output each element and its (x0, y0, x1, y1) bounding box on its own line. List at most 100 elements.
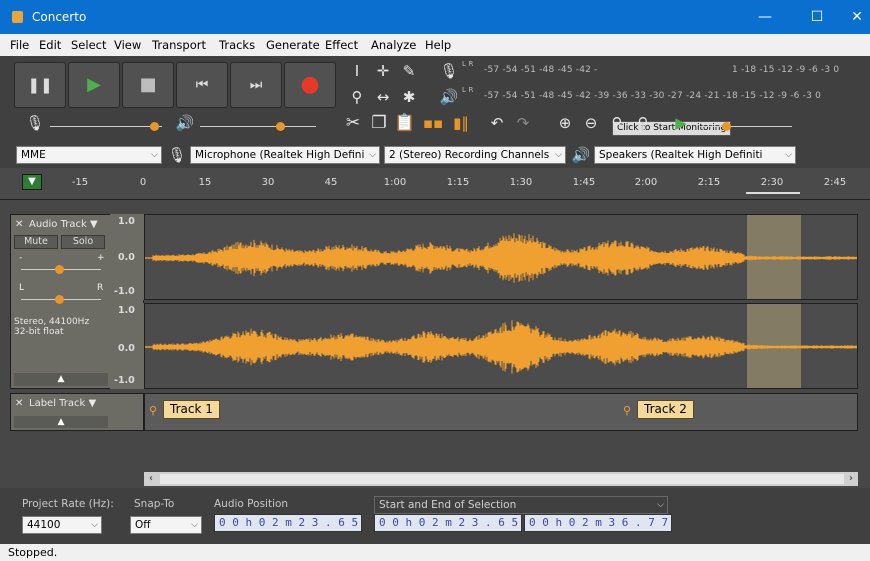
waveform-path (145, 233, 857, 283)
label-track-1[interactable]: Track 1 (163, 400, 220, 419)
menu-help[interactable]: Help (425, 38, 451, 52)
trim-button[interactable]: ▪▪ (420, 112, 446, 134)
cut-button[interactable]: ✂ (340, 112, 366, 134)
timeline-ruler[interactable]: ▼ -15 0 15 30 45 1:00 1:15 1:30 1:45 2:0… (0, 168, 870, 200)
audio-track-name: Audio Track (29, 219, 87, 230)
copy-button[interactable]: ❐ (366, 112, 392, 134)
record-meter-button[interactable]: 🎙 (436, 60, 462, 82)
gain-knob[interactable] (55, 265, 64, 274)
play-speed-knob[interactable] (722, 122, 731, 131)
selection-mode-select[interactable]: Start and End of Selection ⌵ (374, 496, 668, 514)
ruler-tick: 2:15 (697, 177, 721, 188)
record-meter-scale[interactable]: -57 -54 -51 -48 -45 -42 - (484, 60, 614, 80)
collapse-track-button[interactable]: ▲ (14, 373, 108, 386)
menu-view[interactable]: View (114, 38, 141, 52)
menu-effect[interactable]: Effect (325, 38, 358, 52)
waveform-left-channel[interactable] (144, 214, 858, 300)
playback-volume-knob[interactable] (276, 122, 285, 131)
playback-device-select[interactable]: Speakers (Realtek High Definiti ⌵ (594, 146, 796, 164)
skip-to-end-button[interactable]: ⏭ (230, 62, 282, 108)
close-button[interactable]: ✕ (834, 4, 870, 30)
envelope-tool[interactable]: ✛ (370, 60, 396, 82)
play-button[interactable]: ▶ (68, 62, 120, 108)
playback-meter-button[interactable]: 🔊 (436, 86, 462, 108)
menu-analyze[interactable]: Analyze (371, 38, 416, 52)
menu-edit[interactable]: Edit (39, 38, 61, 52)
playback-meter-scale[interactable]: -57 -54 -51 -48 -45 -42 -39 -36 -33 -30 … (484, 86, 864, 106)
mute-button[interactable]: Mute (14, 235, 58, 249)
recording-device-select[interactable]: Microphone (Realtek High Defini ⌵ (190, 146, 380, 164)
label-marker-icon[interactable]: ⚲ (623, 404, 633, 418)
pinned-head-button[interactable]: ▼ (22, 174, 42, 190)
redo-button[interactable]: ↷ (510, 112, 536, 134)
collapse-label-track-button[interactable]: ▲ (14, 416, 108, 428)
waveform-right-channel[interactable] (144, 303, 858, 389)
pan-knob[interactable] (55, 295, 64, 304)
chevron-down-icon: ⌵ (91, 520, 98, 530)
selection-toolbar: Project Rate (Hz): 44100 ⌵ Snap-To Off ⌵ A… (0, 488, 870, 544)
selection-end-field[interactable]: 0 0 h 0 2 m 3 6 . 7 7 6 s (524, 514, 672, 532)
track-close-icon[interactable]: ✕ (15, 219, 23, 230)
play-at-speed-button[interactable]: ▶ (668, 112, 694, 134)
project-rate-select[interactable]: 44100 ⌵ (22, 516, 102, 534)
scissors-icon: ✂ (345, 113, 361, 133)
draw-tool[interactable]: ✎ (396, 60, 422, 82)
title-bar: Concerto — ☐ ✕ (0, 0, 870, 34)
label-track-name-menu[interactable]: Label Track ▼ (29, 398, 96, 409)
record-button[interactable]: ● (284, 62, 336, 108)
fit-project-button[interactable]: ⚲ (630, 112, 656, 134)
silence-button[interactable]: ▮‖ (448, 112, 474, 134)
status-bar: Stopped. (0, 544, 870, 561)
stop-button[interactable]: ■ (122, 62, 174, 108)
label-track-close-icon[interactable]: ✕ (15, 398, 23, 409)
menu-select[interactable]: Select (71, 38, 106, 52)
playback-device-value: Speakers (Realtek High Definiti (599, 149, 763, 161)
waveform-right-svg (145, 320, 857, 374)
audio-track-name-menu[interactable]: Audio Track ▼ (29, 219, 98, 230)
skip-to-start-button[interactable]: ⏮ (176, 62, 228, 108)
menu-file[interactable]: File (10, 38, 29, 52)
zoom-in-button[interactable]: ⊕ (552, 112, 578, 134)
minimize-button[interactable]: — (742, 4, 788, 30)
solo-button[interactable]: Solo (61, 235, 105, 249)
waveform-path (145, 320, 857, 374)
snap-to-select[interactable]: Off ⌵ (130, 516, 202, 534)
zoom-tool[interactable]: ⚲ (344, 86, 370, 108)
pan-right-label: R (97, 283, 104, 293)
label-marker-icon[interactable]: ⚲ (149, 404, 159, 418)
scroll-right-icon[interactable]: › (844, 472, 858, 486)
label-track[interactable]: ⚲ Track 1 ⚲ Track 2 (144, 393, 858, 431)
recording-channels-select[interactable]: 2 (Stereo) Recording Channels ⌵ (384, 146, 566, 164)
playback-volume-slider[interactable] (200, 126, 316, 127)
scroll-thumb[interactable] (160, 474, 844, 484)
chevron-down-icon: ⌵ (369, 150, 376, 160)
pause-button[interactable]: ❚❚ (14, 62, 66, 108)
paste-button[interactable]: 📋 (392, 112, 418, 134)
horizontal-scrollbar[interactable]: ‹ › (144, 472, 858, 486)
selection-tool[interactable]: I (344, 60, 370, 82)
time-shift-tool[interactable]: ↔ (370, 86, 396, 108)
multi-tool[interactable]: ✱ (396, 86, 422, 108)
zoom-out-button[interactable]: ⊖ (578, 112, 604, 134)
speaker-icon: 🔊 (571, 146, 591, 164)
recording-device-value: Microphone (Realtek High Defini (195, 149, 365, 161)
fit-selection-button[interactable]: ⚲ (604, 112, 630, 134)
audio-host-select[interactable]: MME ⌵ (16, 146, 162, 164)
menu-tracks[interactable]: Tracks (219, 38, 255, 52)
recording-volume-slider[interactable] (50, 126, 162, 127)
audio-position-field[interactable]: 0 0 h 0 2 m 2 3 . 6 5 3 s (214, 514, 362, 532)
recording-volume-knob[interactable] (150, 122, 159, 131)
asterisk-icon: ✱ (402, 88, 416, 106)
magnifier-icon: ⚲ (351, 88, 363, 106)
menu-generate[interactable]: Generate (266, 38, 320, 52)
label-track-2[interactable]: Track 2 (637, 400, 694, 419)
selection-start-field[interactable]: 0 0 h 0 2 m 2 3 . 6 5 3 s (374, 514, 522, 532)
scroll-left-icon[interactable]: ‹ (144, 472, 158, 486)
triangle-down-icon: ▼ (28, 176, 36, 187)
undo-button[interactable]: ↶ (484, 112, 510, 134)
menu-transport[interactable]: Transport (152, 38, 206, 52)
ruler-tick: 1:30 (509, 177, 533, 188)
audio-position-label: Audio Position (214, 498, 289, 510)
scale-label: 0.0 (118, 343, 135, 354)
play-speed-slider[interactable] (700, 126, 792, 127)
